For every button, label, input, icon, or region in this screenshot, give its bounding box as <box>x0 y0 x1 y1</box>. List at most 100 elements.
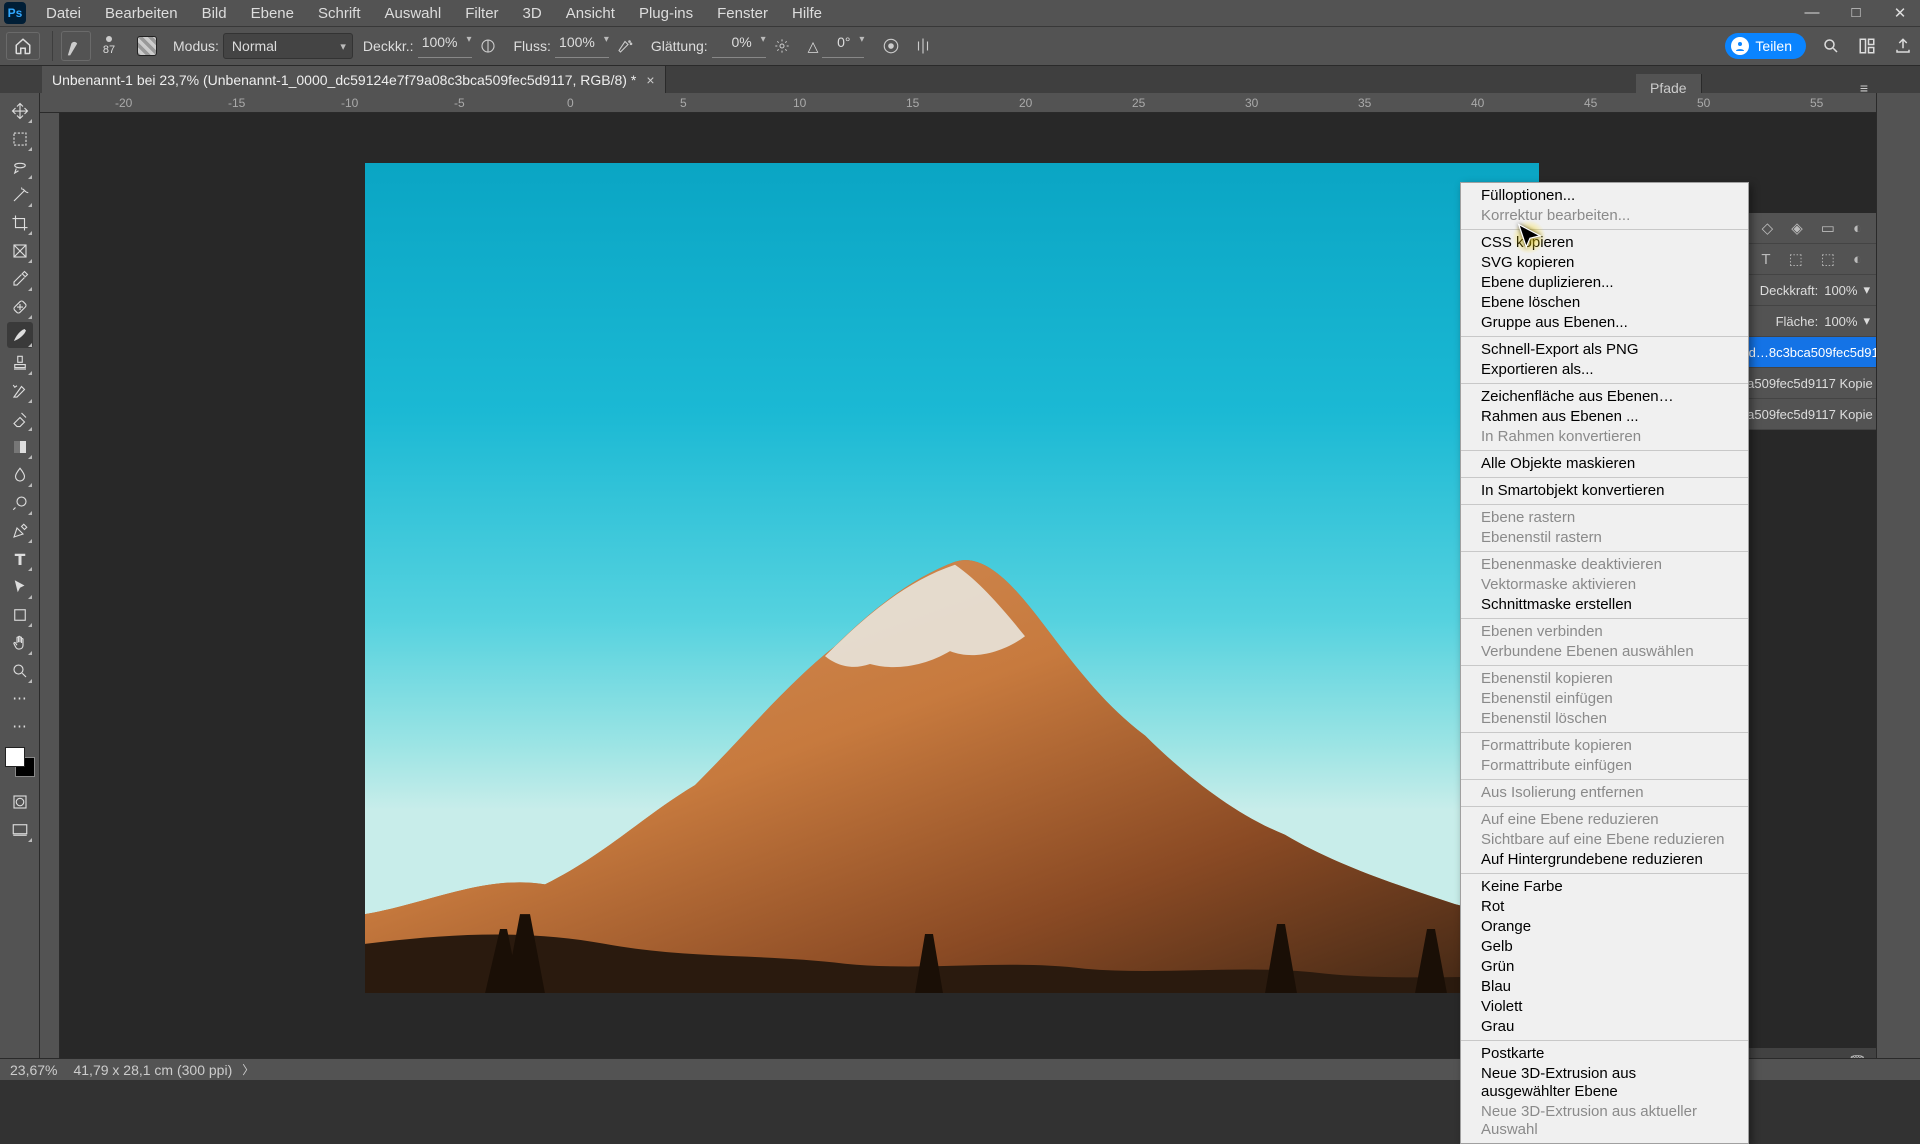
gradient-tool[interactable] <box>7 434 33 460</box>
fill-value[interactable]: 100% <box>1824 314 1857 329</box>
ctx-item[interactable]: Auf Hintergrundebene reduzieren <box>1461 850 1748 870</box>
ctx-item[interactable]: Neue 3D-Extrusion aus ausgewählter Ebene <box>1461 1064 1748 1102</box>
menu-hilfe[interactable]: Hilfe <box>782 3 832 24</box>
crop-tool[interactable] <box>7 210 33 236</box>
blend-mode-dropdown[interactable]: Normal <box>223 33 353 59</box>
ctx-item[interactable]: CSS kopieren <box>1461 233 1748 253</box>
ctx-item[interactable]: Grau <box>1461 1017 1748 1037</box>
wand-tool[interactable] <box>7 182 33 208</box>
ctx-item[interactable]: Ebene löschen <box>1461 293 1748 313</box>
ctx-item[interactable]: Alle Objekte maskieren <box>1461 454 1748 474</box>
ctx-item[interactable]: Exportieren als... <box>1461 360 1748 380</box>
ctx-item[interactable]: Grün <box>1461 957 1748 977</box>
search-icon[interactable] <box>1820 35 1842 57</box>
pen-tool[interactable] <box>7 518 33 544</box>
brush-tool[interactable] <box>7 322 33 348</box>
export-icon[interactable] <box>1892 35 1914 57</box>
ctx-item[interactable]: Gruppe aus Ebenen... <box>1461 313 1748 333</box>
ctx-item[interactable]: Schnittmaske erstellen <box>1461 595 1748 615</box>
type-tool[interactable] <box>7 546 33 572</box>
filter-icon[interactable]: ◐ <box>1853 220 1862 237</box>
ctx-item[interactable]: Rahmen aus Ebenen ... <box>1461 407 1748 427</box>
brush-preset-picker[interactable]: 87 <box>95 28 123 64</box>
menu-datei[interactable]: Datei <box>36 3 91 24</box>
ctx-item[interactable]: Ebene duplizieren... <box>1461 273 1748 293</box>
pressure-opacity-icon[interactable] <box>475 33 501 59</box>
color-swatches[interactable] <box>5 747 35 777</box>
shape-tool[interactable] <box>7 602 33 628</box>
eraser-tool[interactable] <box>7 406 33 432</box>
adjust-filter-icon[interactable]: ⬚ <box>1821 250 1835 268</box>
ctx-item[interactable]: Zeichenfläche aus Ebenen… <box>1461 387 1748 407</box>
ctx-item[interactable]: Gelb <box>1461 937 1748 957</box>
angle-field[interactable]: 0° <box>822 34 864 58</box>
menu-bearbeiten[interactable]: Bearbeiten <box>95 3 188 24</box>
filter-icon[interactable]: ◈ <box>1791 219 1803 237</box>
menu-auswahl[interactable]: Auswahl <box>375 3 452 24</box>
marquee-tool[interactable] <box>7 126 33 152</box>
ctx-item[interactable]: Keine Farbe <box>1461 877 1748 897</box>
ctx-item[interactable]: Postkarte <box>1461 1044 1748 1064</box>
share-button[interactable]: Teilen <box>1725 33 1806 59</box>
maximize-icon[interactable]: □ <box>1848 4 1864 22</box>
close-icon[interactable]: ✕ <box>1892 4 1908 22</box>
menu-3d[interactable]: 3D <box>513 3 552 24</box>
menu-bild[interactable]: Bild <box>192 3 237 24</box>
ctx-item[interactable]: Schnell-Export als PNG <box>1461 340 1748 360</box>
opacity-field[interactable]: 100% <box>418 34 472 58</box>
path-select-tool[interactable] <box>7 574 33 600</box>
screen-mode-tool[interactable] <box>7 817 33 843</box>
pixel-filter-icon[interactable]: ⬚ <box>1789 250 1803 268</box>
dodge-tool[interactable] <box>7 490 33 516</box>
zoom-tool[interactable] <box>7 658 33 684</box>
ctx-item[interactable]: Rot <box>1461 897 1748 917</box>
brush-settings-button[interactable] <box>134 33 160 59</box>
smoothing-options-icon[interactable] <box>769 33 795 59</box>
flow-field[interactable]: 100% <box>555 34 609 58</box>
move-tool[interactable] <box>7 98 33 124</box>
home-button[interactable] <box>6 32 40 60</box>
eyedropper-tool[interactable] <box>7 266 33 292</box>
ctx-item[interactable]: Orange <box>1461 917 1748 937</box>
ctx-item[interactable]: Violett <box>1461 997 1748 1017</box>
heal-tool[interactable] <box>7 294 33 320</box>
smoothing-field[interactable]: 0% <box>712 34 766 58</box>
doc-info-arrow[interactable]: 〉 <box>242 1061 254 1078</box>
ctx-item[interactable]: In Smartobjekt konvertieren <box>1461 481 1748 501</box>
close-tab-icon[interactable]: × <box>646 72 654 88</box>
doc-info: 41,79 x 28,1 cm (300 ppi) <box>73 1062 232 1078</box>
menu-schrift[interactable]: Schrift <box>308 3 371 24</box>
smart-filter-icon[interactable]: ◐ <box>1853 251 1862 268</box>
menu-ebene[interactable]: Ebene <box>241 3 304 24</box>
ctx-item[interactable]: SVG kopieren <box>1461 253 1748 273</box>
ctx-item: Neue 3D-Extrusion aus aktueller Auswahl <box>1461 1102 1748 1140</box>
menu-ansicht[interactable]: Ansicht <box>556 3 625 24</box>
hand-tool[interactable] <box>7 630 33 656</box>
ctx-item[interactable]: Fülloptionen... <box>1461 186 1748 206</box>
frame-tool[interactable] <box>7 238 33 264</box>
zoom-level[interactable]: 23,67% <box>10 1062 57 1078</box>
menu-plug-ins[interactable]: Plug-ins <box>629 3 703 24</box>
type-filter-icon[interactable]: T <box>1761 251 1770 268</box>
more-tools[interactable]: ⋯ <box>7 686 33 712</box>
airbrush-icon[interactable] <box>612 33 638 59</box>
edit-toolbar[interactable]: ⋯ <box>7 714 33 740</box>
blur-tool[interactable] <box>7 462 33 488</box>
filter-icon[interactable]: ▭ <box>1821 219 1835 237</box>
stamp-tool[interactable] <box>7 350 33 376</box>
ctx-item: Formattribute einfügen <box>1461 756 1748 776</box>
history-brush-tool[interactable] <box>7 378 33 404</box>
menu-filter[interactable]: Filter <box>455 3 508 24</box>
minimize-icon[interactable]: — <box>1804 4 1820 22</box>
workspace-icon[interactable] <box>1856 35 1878 57</box>
ctx-item[interactable]: Blau <box>1461 977 1748 997</box>
tool-preset-picker[interactable] <box>61 31 91 61</box>
document-tab[interactable]: Unbenannt-1 bei 23,7% (Unbenannt-1_0000_… <box>42 66 666 93</box>
opacity-value[interactable]: 100% <box>1824 283 1857 298</box>
menu-fenster[interactable]: Fenster <box>707 3 778 24</box>
symmetry-icon[interactable] <box>910 33 936 59</box>
filter-icon[interactable]: ◇ <box>1762 219 1774 237</box>
lasso-tool[interactable] <box>7 154 33 180</box>
pressure-size-icon[interactable] <box>878 33 904 59</box>
quick-mask-tool[interactable] <box>7 789 33 815</box>
